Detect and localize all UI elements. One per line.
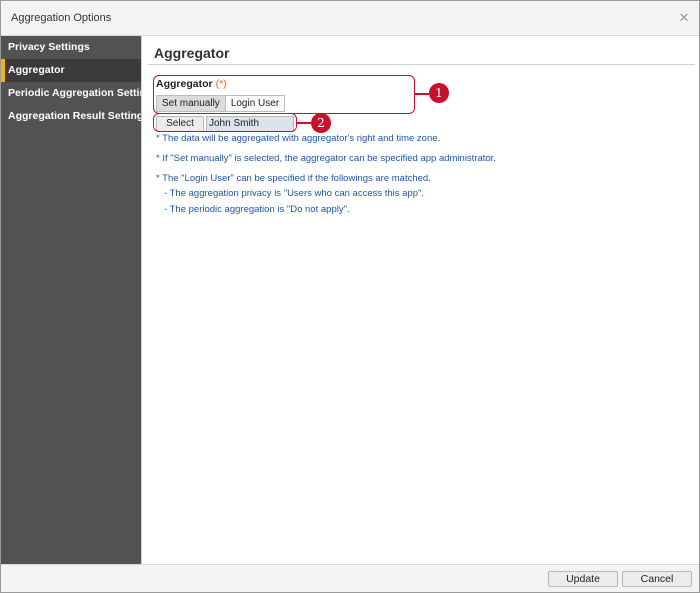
annotation-marker-2: 2 bbox=[311, 113, 331, 133]
dialog-footer: Update Cancel bbox=[1, 564, 699, 592]
update-button[interactable]: Update bbox=[548, 571, 618, 587]
note-time-zone: * The data will be aggregated with aggre… bbox=[156, 133, 441, 144]
annotation-marker-1: 1 bbox=[429, 83, 449, 103]
sidebar-item-aggregation-result-settings[interactable]: Aggregation Result Settings bbox=[1, 105, 149, 128]
aggregation-options-dialog: Aggregation Options ✕ Privacy Settings A… bbox=[0, 0, 700, 593]
page-title: Aggregator bbox=[154, 45, 230, 61]
annotation-box-1 bbox=[153, 75, 415, 114]
annotation-connector-1 bbox=[415, 93, 429, 95]
note-login-user: * The "Login User" can be specified if t… bbox=[156, 173, 431, 184]
annotation-connector-2 bbox=[297, 122, 311, 124]
note-condition-periodic: - The periodic aggregation is "Do not ap… bbox=[164, 204, 350, 215]
title-divider bbox=[148, 64, 695, 65]
title-bar: Aggregation Options ✕ bbox=[1, 1, 699, 36]
sidebar-item-privacy-settings[interactable]: Privacy Settings bbox=[1, 36, 141, 59]
dialog-title: Aggregation Options bbox=[11, 12, 112, 24]
note-condition-privacy: - The aggregation privacy is "Users who … bbox=[164, 188, 425, 199]
annotation-box-2 bbox=[153, 113, 297, 132]
note-set-manually: * If "Set manually" is selected, the agg… bbox=[156, 153, 496, 164]
sidebar-item-periodic-aggregation-settings[interactable]: Periodic Aggregation Settings bbox=[1, 82, 158, 105]
cancel-button[interactable]: Cancel bbox=[622, 571, 692, 587]
sidebar-item-aggregator[interactable]: Aggregator bbox=[1, 59, 141, 82]
main-panel: Aggregator Aggregator (*) Set manually Lo… bbox=[141, 36, 699, 564]
close-icon[interactable]: ✕ bbox=[677, 11, 691, 25]
sidebar: Privacy Settings Aggregator Periodic Agg… bbox=[1, 36, 158, 564]
